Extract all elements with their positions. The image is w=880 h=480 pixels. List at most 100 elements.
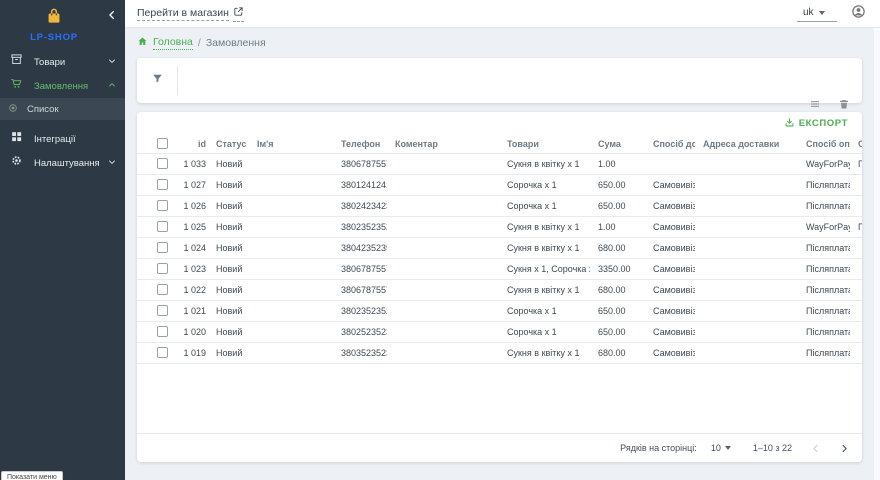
sidebar-item-integrations[interactable]: Інтеграції [0, 127, 125, 151]
cell-payment-status [850, 195, 862, 216]
rows-per-page-label: Рядків на сторінці: [620, 443, 697, 453]
breadcrumb-home-link[interactable]: Головна [153, 36, 193, 50]
select-all-checkbox[interactable] [157, 138, 168, 149]
table-actions-row [137, 96, 862, 112]
table-row[interactable]: 1 019 Новий 380352352353 Сукня в квітку … [137, 342, 862, 363]
rows-per-page-value: 10 [711, 443, 721, 453]
cell-name [249, 216, 333, 237]
row-checkbox[interactable] [157, 158, 168, 169]
cell-status: Новий [208, 216, 249, 237]
shopping-cart-icon [10, 77, 23, 95]
column-header-status[interactable]: Статус [208, 135, 249, 153]
cell-payment-status [850, 342, 862, 363]
table-row[interactable]: 1 026 Новий 380242342342 Сорочка x 1 650… [137, 195, 862, 216]
previous-page-icon[interactable] [810, 443, 821, 454]
export-label: ЕКСПОРТ [799, 118, 848, 129]
cell-id: 1 033 [177, 153, 208, 174]
column-header-phone[interactable]: Телефон [333, 135, 387, 153]
shopping-bag-logo-icon [44, 13, 64, 30]
cell-name [249, 300, 333, 321]
home-icon [137, 36, 148, 50]
cell-payment-status [850, 279, 862, 300]
cell-delivery-method: Самовивіз [645, 321, 695, 342]
sidebar-item-products[interactable]: Товари [0, 50, 125, 74]
cell-comment [387, 216, 499, 237]
cell-delivery-method: Самовивіз [645, 195, 695, 216]
sidebar-item-orders[interactable]: Замовлення [0, 74, 125, 98]
export-row: ЕКСПОРТ [137, 112, 862, 135]
cell-name [249, 174, 333, 195]
sidebar-subitem-list[interactable]: Список [0, 98, 125, 120]
cell-phone: 380235235235 [333, 300, 387, 321]
table-row[interactable]: 1 021 Новий 380235235235 Сорочка x 1 650… [137, 300, 862, 321]
filter-button[interactable] [137, 72, 177, 90]
store-link-label: Перейти в магазин [137, 7, 229, 21]
column-header-payment-method[interactable]: Спосіб оп... [798, 135, 850, 153]
cell-id: 1 023 [177, 258, 208, 279]
cell-id: 1 022 [177, 279, 208, 300]
go-to-store-link[interactable]: Перейти в магазин [137, 6, 244, 22]
cell-delivery-method: Самовивіз [645, 216, 695, 237]
page-scrollbar-track[interactable] [874, 28, 880, 480]
cell-payment-method: WayForPay [798, 153, 850, 174]
trash-icon[interactable] [838, 98, 850, 110]
cell-id: 1 019 [177, 342, 208, 363]
cell-payment-status [850, 300, 862, 321]
account-button[interactable] [851, 4, 866, 24]
box-icon [10, 53, 23, 71]
row-checkbox[interactable] [157, 305, 168, 316]
table-row[interactable]: 1 025 Новий 380235235235 Сукня в квітку … [137, 216, 862, 237]
table-row[interactable]: 1 023 Новий 380678755722 Сукня x 1, Соро… [137, 258, 862, 279]
caret-down-icon [819, 11, 825, 15]
column-header-delivery-method[interactable]: Спосіб до... [645, 135, 695, 153]
cell-delivery-address [695, 237, 798, 258]
logo[interactable]: LP-SHOP [0, 6, 108, 43]
cell-delivery-address [695, 153, 798, 174]
toolbar-divider [177, 66, 178, 95]
cell-payment-method: Післяплата [798, 300, 850, 321]
cell-delivery-method: Самовивіз [645, 279, 695, 300]
table-row[interactable]: 1 020 Новий 380252352352 Сорочка x 1 650… [137, 321, 862, 342]
export-button[interactable]: ЕКСПОРТ [780, 115, 852, 133]
chevron-down-icon [107, 154, 117, 172]
account-circle-icon [851, 4, 866, 24]
collapse-sidebar-icon[interactable] [105, 8, 119, 27]
column-header-id[interactable]: id [177, 135, 208, 153]
next-page-icon[interactable] [839, 443, 850, 454]
column-header-comment[interactable]: Коментар [387, 135, 499, 153]
cell-comment [387, 321, 499, 342]
column-header-sum[interactable]: Сума [590, 135, 645, 153]
top-header: Перейти в магазин uk [125, 0, 880, 28]
row-checkbox[interactable] [157, 326, 168, 337]
row-checkbox[interactable] [157, 179, 168, 190]
table-row[interactable]: 1 033 Новий 380678755765 Сукня в квітку … [137, 153, 862, 174]
rows-per-page-select[interactable]: 10 [711, 443, 731, 453]
row-checkbox[interactable] [157, 347, 168, 358]
cell-products: Сукня в квітку x 1 [499, 237, 590, 258]
row-checkbox[interactable] [157, 284, 168, 295]
table-row[interactable]: 1 024 Новий 380423523523 Сукня в квітку … [137, 237, 862, 258]
cell-id: 1 027 [177, 174, 208, 195]
column-header-name[interactable]: Ім'я [249, 135, 333, 153]
orders-table-card: ЕКСПОРТ id Статус Ім'я Телефон Коментар … [137, 112, 862, 462]
row-checkbox[interactable] [157, 263, 168, 274]
cell-payment-status [850, 258, 862, 279]
cell-products: Сукня в квітку x 1 [499, 342, 590, 363]
sidebar-item-settings[interactable]: Налаштування [0, 151, 125, 175]
row-checkbox[interactable] [157, 200, 168, 211]
column-header-payment-status[interactable]: С [850, 135, 862, 153]
view-list-icon[interactable] [809, 98, 821, 110]
filter-funnel-icon [151, 72, 164, 90]
language-value: uk [803, 7, 814, 18]
row-checkbox[interactable] [157, 242, 168, 253]
cell-name [249, 237, 333, 258]
column-header-delivery-address[interactable]: Адреса доставки [695, 135, 798, 153]
language-select[interactable]: uk [797, 5, 837, 22]
column-header-products[interactable]: Товари [499, 135, 590, 153]
cell-id: 1 020 [177, 321, 208, 342]
table-row[interactable]: 1 022 Новий 380678755765 Сукня в квітку … [137, 279, 862, 300]
row-checkbox[interactable] [157, 221, 168, 232]
cell-sum: 650.00 [590, 174, 645, 195]
table-row[interactable]: 1 027 Новий 380124124124 Сорочка x 1 650… [137, 174, 862, 195]
breadcrumb-current: Замовлення [206, 37, 266, 49]
